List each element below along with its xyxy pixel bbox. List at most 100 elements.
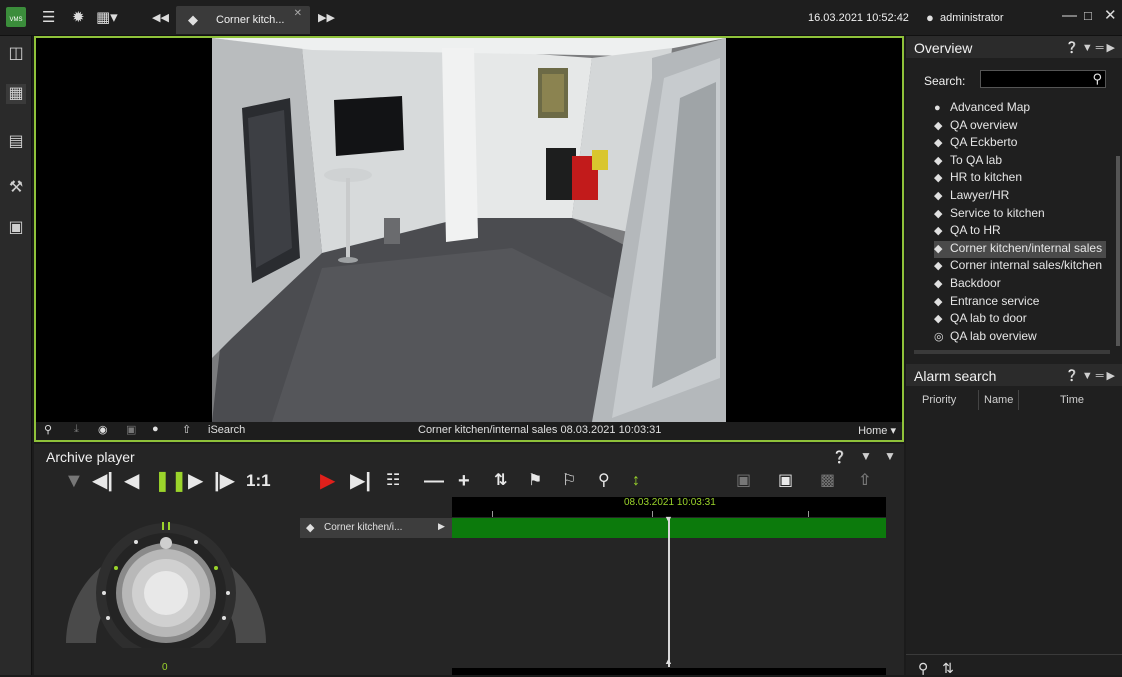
camera-icon: ◆: [934, 260, 943, 273]
overview-item[interactable]: ◆ Service to kitchen: [934, 206, 1045, 223]
divider: [906, 654, 1122, 655]
cursor-foot-icon: ▲: [664, 656, 673, 666]
center-cursor-icon[interactable]: ↕: [632, 470, 640, 492]
video-viewer[interactable]: ⚲ ⤓ ◉ ▣ ● ⇧ iSearch Corner kitchen/inter…: [34, 36, 904, 442]
minimize-icon[interactable]: —: [1062, 8, 1077, 24]
jump-range-icon[interactable]: ▶|: [350, 470, 371, 492]
maximize-icon[interactable]: □: [1084, 8, 1092, 24]
lock-closed-icon[interactable]: ▣: [736, 470, 751, 492]
filter-icon[interactable]: ▼: [64, 470, 84, 492]
clock-datetime: 16.03.2021 10:52:42: [808, 12, 909, 24]
playback-cursor[interactable]: [668, 517, 670, 667]
monitor-icon[interactable]: ◫: [6, 44, 26, 64]
isearch-button[interactable]: iSearch: [208, 424, 245, 436]
upload-icon[interactable]: ⇧: [182, 423, 191, 436]
audio-icon[interactable]: ●: [152, 423, 159, 435]
left-navigation-rail: ◫ ▦ ▤ ⚒ ▣: [0, 36, 32, 675]
tab-corner-kitchen[interactable]: ◆ Corner kitch... ✕: [176, 6, 310, 34]
overview-item[interactable]: ◆ Entrance service: [934, 294, 1039, 311]
overview-item-label: To QA lab: [950, 152, 1003, 167]
search-label: Search:: [924, 74, 966, 88]
collapse-icon[interactable]: ▼: [884, 449, 896, 463]
home-dropdown[interactable]: Home ▾: [858, 424, 896, 437]
zoom-icon[interactable]: ⚲: [44, 423, 52, 436]
panel-splitter[interactable]: [914, 350, 1110, 354]
track-camera-label[interactable]: ◆ Corner kitchen/i... ▶: [300, 518, 452, 538]
overview-item[interactable]: ● Advanced Map: [934, 100, 1030, 117]
sort-icon[interactable]: ⇅: [942, 660, 954, 676]
overview-item-label: QA lab overview: [950, 328, 1037, 343]
alarm-toolbar: ⚲ ⇅: [918, 660, 954, 677]
app-badge-text: VMS: [9, 17, 23, 23]
column-time[interactable]: Time: [1060, 394, 1084, 406]
panel-controls-icon[interactable]: ❔▼═▶: [1065, 369, 1118, 382]
overview-item[interactable]: ◆ HR to kitchen: [934, 170, 1022, 187]
overview-item[interactable]: ◆ QA overview: [934, 118, 1017, 135]
play-reverse-icon[interactable]: ◀: [124, 470, 139, 492]
tick-mark: [808, 511, 809, 517]
overview-item[interactable]: ◆ To QA lab: [934, 153, 1002, 170]
search-icon[interactable]: ⚲: [918, 660, 928, 676]
calendar-icon[interactable]: ☷: [386, 470, 400, 492]
bookmark-flag-icon[interactable]: ⚑: [528, 470, 542, 492]
overview-item[interactable]: ◆ Corner kitchen/internal sales: [934, 240, 1107, 258]
globe-icon: ●: [934, 102, 941, 114]
vehicle-icon[interactable]: ▣: [6, 218, 26, 238]
column-priority[interactable]: Priority: [922, 394, 956, 406]
overview-scrollbar[interactable]: [1116, 156, 1120, 346]
overview-item-label: Corner internal sales/kitchen: [950, 258, 1103, 273]
overview-item[interactable]: ◆ Backdoor: [934, 276, 1001, 293]
overview-item[interactable]: ◆ Lawyer/HR: [934, 188, 1009, 205]
step-forward-icon[interactable]: |▶: [214, 470, 235, 492]
export-icon[interactable]: ⤓: [74, 423, 79, 436]
camera-icon: ◆: [934, 119, 943, 132]
tab-scroll-right-icon[interactable]: ▶▶: [318, 10, 335, 26]
tools-icon[interactable]: ⚒: [6, 178, 26, 198]
username-label[interactable]: administrator: [940, 12, 1004, 24]
overview-item[interactable]: ◆ QA to HR: [934, 223, 1001, 240]
event-list-icon[interactable]: ▤: [6, 132, 26, 152]
tab-scroll-left-icon[interactable]: ◀◀: [152, 10, 169, 26]
hamburger-menu-icon[interactable]: ☰: [42, 10, 55, 26]
step-back-icon[interactable]: ◀|: [92, 470, 113, 492]
zoom-in-icon[interactable]: +: [458, 470, 470, 492]
location-pin-icon[interactable]: ⚲: [598, 470, 610, 492]
pause-icon[interactable]: ❚❚: [154, 470, 188, 492]
overview-item-label: QA lab to door: [950, 311, 1027, 326]
brightness-icon[interactable]: ✹: [72, 10, 85, 26]
search-input[interactable]: ⚲: [980, 70, 1106, 88]
overview-item[interactable]: ◆ QA Eckberto: [934, 135, 1017, 152]
panel-controls-icon[interactable]: ❔▼═▶: [1065, 41, 1118, 54]
pin-icon[interactable]: ▼: [860, 449, 872, 463]
jog-dial[interactable]: [56, 498, 276, 663]
overview-item[interactable]: ◎ QA lab overview: [934, 329, 1037, 346]
tab-close-icon[interactable]: ✕: [294, 8, 302, 19]
camera-icon: ◆: [934, 225, 943, 238]
play-icon[interactable]: ▶: [188, 470, 203, 492]
snapshot-icon[interactable]: ▣: [126, 423, 136, 436]
user-icon: ●: [926, 10, 934, 25]
delete-icon[interactable]: ▩: [820, 470, 835, 492]
layout-grid-icon[interactable]: ▦▾: [96, 10, 118, 26]
overview-item-label: Advanced Map: [950, 100, 1031, 114]
zoom-out-icon[interactable]: —: [424, 470, 444, 492]
close-window-icon[interactable]: ✕: [1104, 8, 1117, 24]
tick-mark: [492, 511, 493, 517]
archive-film-icon[interactable]: ▦: [6, 84, 26, 104]
export-archive-icon[interactable]: ⇧: [858, 470, 871, 492]
help-icon[interactable]: ❔: [832, 450, 847, 464]
camera-icon: ◆: [934, 172, 943, 185]
ratio-button[interactable]: 1:1: [246, 470, 271, 492]
video-toolbar: ⚲ ⤓ ◉ ▣ ● ⇧ iSearch Corner kitchen/inter…: [36, 422, 902, 440]
lock-open-icon[interactable]: ▣: [778, 470, 793, 492]
search-icon[interactable]: ⚲: [1092, 71, 1102, 87]
record-jump-icon[interactable]: ▶: [320, 470, 335, 492]
overview-item[interactable]: ◆ QA lab to door: [934, 311, 1027, 328]
overview-item[interactable]: ◆ Corner internal sales/kitchen: [934, 258, 1102, 275]
eye-icon[interactable]: ◉: [98, 423, 108, 436]
bookmark-list-icon[interactable]: ⚐: [562, 470, 576, 492]
timeline-overview-bar[interactable]: [452, 668, 886, 675]
column-name[interactable]: Name: [984, 394, 1013, 406]
sync-icon[interactable]: ⇅: [494, 470, 507, 492]
track-expand-icon[interactable]: ▶: [438, 521, 445, 532]
